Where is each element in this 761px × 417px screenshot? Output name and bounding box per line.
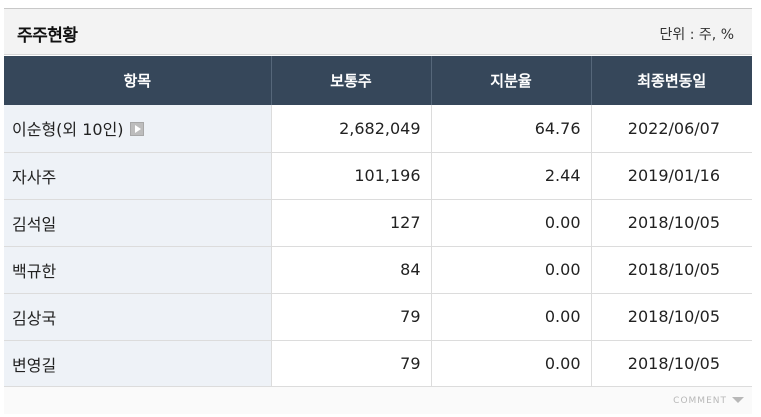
shareholder-name-cell: 김석일 bbox=[4, 199, 272, 247]
date-cell: 2018/10/05 bbox=[591, 199, 752, 247]
table-row: 김석일 127 0.00 2018/10/05 bbox=[4, 199, 752, 247]
ratio-cell: 2.44 bbox=[431, 152, 592, 200]
ratio-cell: 0.00 bbox=[431, 246, 592, 294]
shareholder-name-cell: 이순형(외 10인) bbox=[4, 105, 272, 153]
shares-cell: 2,682,049 bbox=[271, 105, 432, 153]
header-last-change-date: 최종변동일 bbox=[591, 56, 752, 105]
comment-label: COMMENT bbox=[673, 396, 727, 406]
ratio-cell: 0.00 bbox=[431, 340, 592, 388]
shares-cell: 127 bbox=[271, 199, 432, 247]
table-header-row: 항목 보통주 지분율 최종변동일 bbox=[4, 56, 752, 105]
ratio-cell: 0.00 bbox=[431, 293, 592, 341]
shareholder-name-cell: 김상국 bbox=[4, 293, 272, 341]
shareholder-name-cell: 변영길 bbox=[4, 340, 272, 388]
date-cell: 2018/10/05 bbox=[591, 293, 752, 341]
comment-toggle[interactable]: COMMENT bbox=[673, 396, 744, 406]
shareholder-name: 이순형(외 10인) bbox=[12, 120, 124, 140]
shares-cell: 79 bbox=[271, 293, 432, 341]
shareholder-table: 항목 보통주 지분율 최종변동일 이순형(외 10인) 2,682,049 64… bbox=[4, 56, 752, 388]
panel-footer: COMMENT bbox=[4, 386, 752, 414]
ratio-cell: 0.00 bbox=[431, 199, 592, 247]
table-row: 이순형(외 10인) 2,682,049 64.76 2022/06/07 bbox=[4, 105, 752, 153]
table-row: 변영길 79 0.00 2018/10/05 bbox=[4, 340, 752, 388]
shares-cell: 79 bbox=[271, 340, 432, 388]
table-row: 자사주 101,196 2.44 2019/01/16 bbox=[4, 152, 752, 200]
table-row: 백규한 84 0.00 2018/10/05 bbox=[4, 246, 752, 294]
shareholder-panel: 주주현황 단위 : 주, % 항목 보통주 지분율 최종변동일 이순형(외 10… bbox=[4, 8, 752, 414]
header-item: 항목 bbox=[4, 56, 272, 105]
date-cell: 2018/10/05 bbox=[591, 340, 752, 388]
caret-down-icon bbox=[732, 397, 744, 403]
header-ownership-ratio: 지분율 bbox=[431, 56, 592, 105]
play-arrow-icon[interactable] bbox=[129, 122, 144, 137]
shares-cell: 84 bbox=[271, 246, 432, 294]
shareholder-name-cell: 자사주 bbox=[4, 152, 272, 200]
unit-label: 단위 : 주, % bbox=[659, 27, 734, 43]
header-common-shares: 보통주 bbox=[271, 56, 432, 105]
date-cell: 2019/01/16 bbox=[591, 152, 752, 200]
panel-title: 주주현황 bbox=[17, 26, 78, 46]
ratio-cell: 64.76 bbox=[431, 105, 592, 153]
panel-header: 주주현황 단위 : 주, % bbox=[4, 9, 752, 55]
date-cell: 2018/10/05 bbox=[591, 246, 752, 294]
shares-cell: 101,196 bbox=[271, 152, 432, 200]
table-row: 김상국 79 0.00 2018/10/05 bbox=[4, 293, 752, 341]
shareholder-name-cell: 백규한 bbox=[4, 246, 272, 294]
date-cell: 2022/06/07 bbox=[591, 105, 752, 153]
